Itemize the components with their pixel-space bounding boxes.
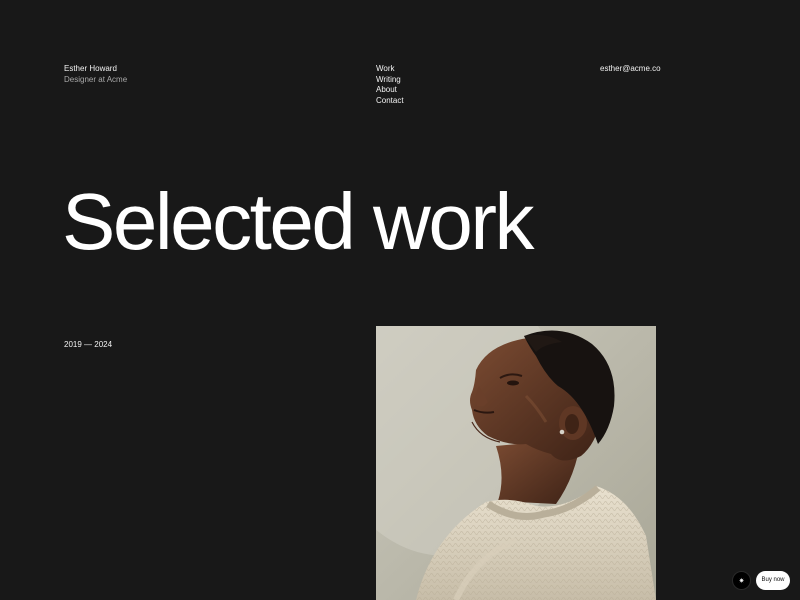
owner-role: Designer at Acme: [64, 74, 128, 84]
nav-link-contact[interactable]: Contact: [376, 96, 404, 107]
email-link[interactable]: esther@acme.co: [600, 64, 661, 75]
nav-link-writing[interactable]: Writing: [376, 75, 404, 86]
nav-link-about[interactable]: About: [376, 85, 404, 96]
featured-project-image[interactable]: [376, 326, 656, 600]
portrait-illustration: [376, 326, 656, 600]
page-title: Selected work: [62, 177, 534, 266]
owner-name: Esther Howard: [64, 64, 117, 73]
main-nav: Work Writing About Contact: [376, 64, 404, 106]
nav-link-work[interactable]: Work: [376, 64, 404, 75]
site-identity: Esther Howard Designer at Acme: [64, 64, 127, 85]
portfolio-page: Esther Howard Designer at Acme Work Writ…: [0, 0, 800, 600]
year-range: 2019 — 2024: [64, 340, 113, 349]
star-badge-button[interactable]: ✷: [732, 571, 751, 590]
star-icon: ✷: [738, 577, 745, 585]
buy-now-button[interactable]: Buy now: [756, 571, 790, 590]
